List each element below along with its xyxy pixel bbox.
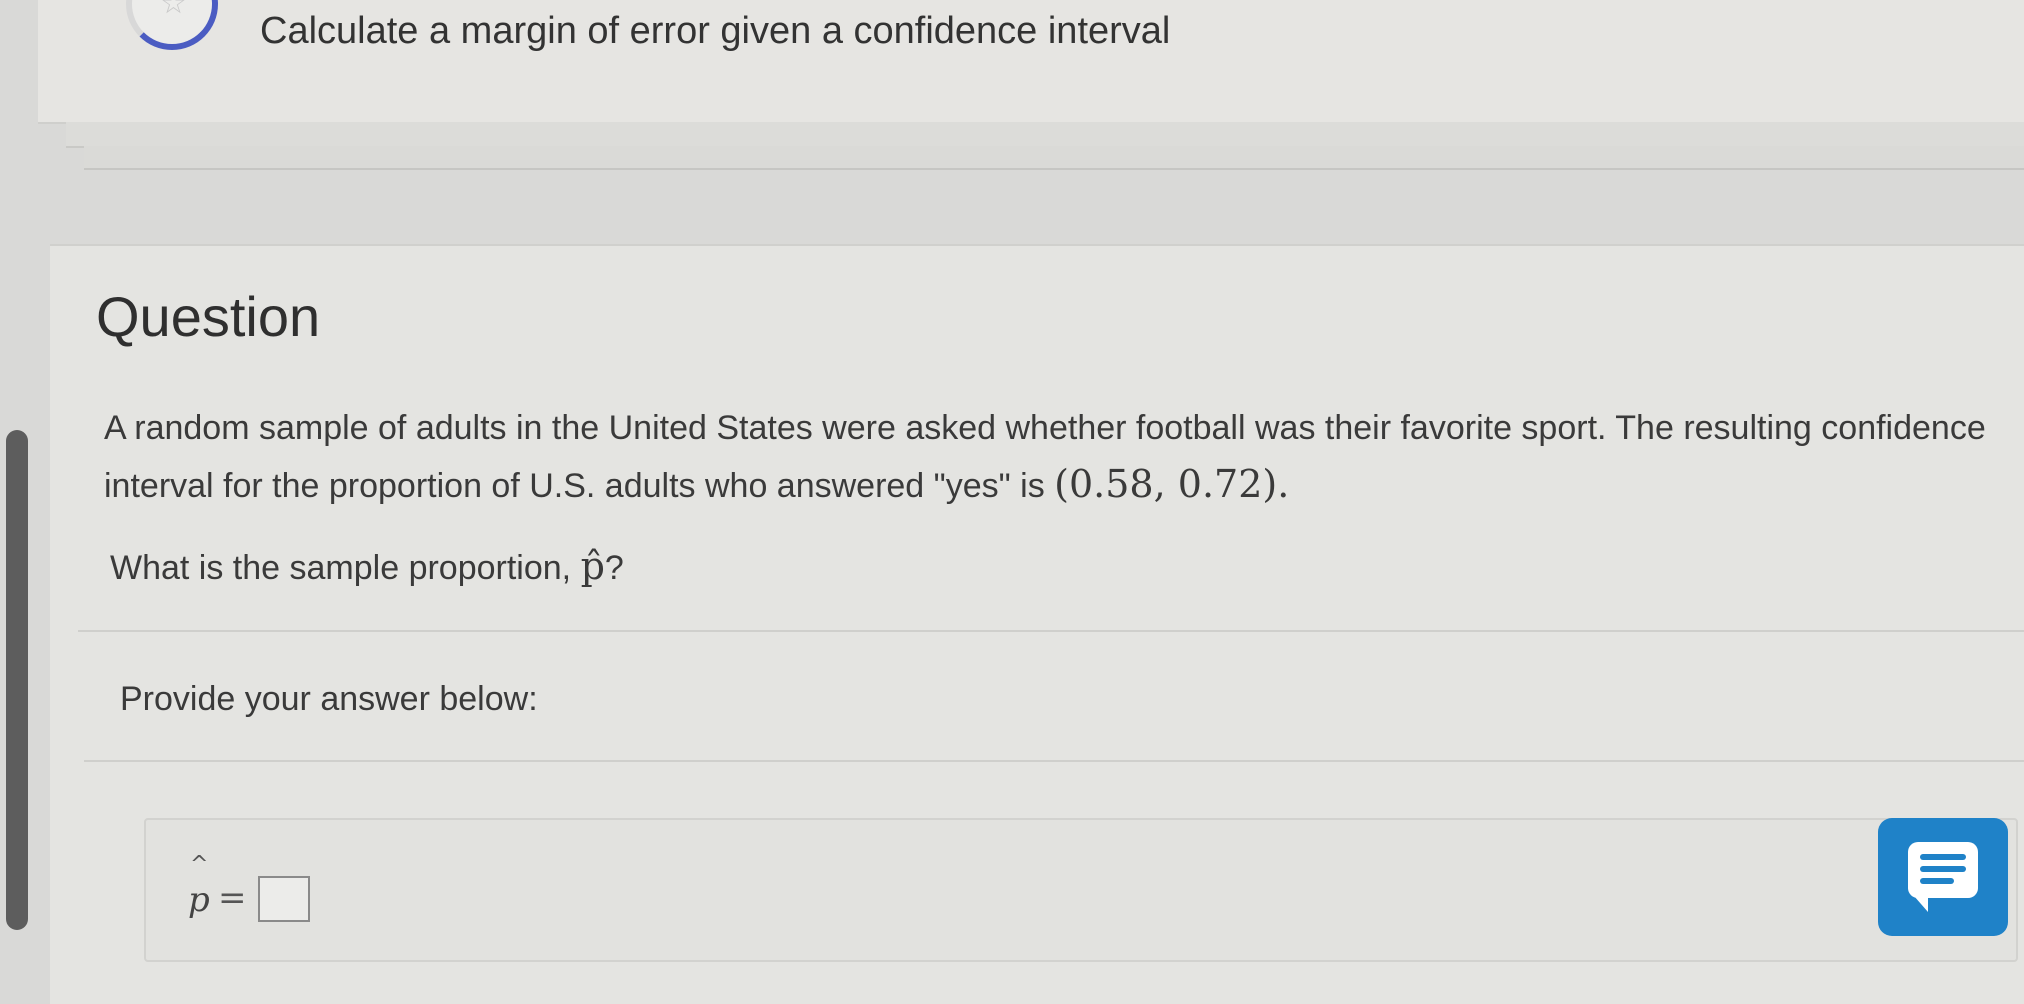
prompt-end: ? bbox=[604, 549, 624, 587]
question-prompt: What is the sample proportion, p̂? bbox=[110, 544, 624, 588]
lesson-title: Calculate a margin of error given a conf… bbox=[260, 10, 1171, 52]
p-hat-symbol: p̂ bbox=[580, 544, 605, 588]
answer-input[interactable] bbox=[258, 876, 310, 922]
answer-panel bbox=[144, 818, 2018, 962]
answer-label: Provide your answer below: bbox=[120, 680, 538, 718]
chat-button[interactable] bbox=[1878, 818, 2008, 936]
divider bbox=[78, 630, 2024, 632]
header-card: ☆ Calculate a margin of error given a co… bbox=[38, 0, 2024, 124]
question-text-part: A random sample of adults in the United … bbox=[104, 409, 1986, 505]
stacked-card-edge bbox=[66, 122, 2024, 148]
question-text: A random sample of adults in the United … bbox=[104, 400, 2004, 514]
question-text-end: . bbox=[1277, 462, 1290, 506]
left-scroll-edge bbox=[6, 430, 28, 930]
star-icon: ☆ bbox=[160, 0, 187, 21]
stacked-card-edge bbox=[84, 146, 2024, 170]
chat-message-icon bbox=[1908, 842, 1978, 912]
star-progress-icon: ☆ bbox=[126, 0, 218, 50]
chat-icon-line bbox=[1920, 866, 1966, 872]
divider bbox=[84, 760, 2024, 762]
chat-icon-line bbox=[1920, 878, 1954, 884]
prompt-text: What is the sample proportion, bbox=[110, 549, 581, 587]
chat-icon-line bbox=[1920, 854, 1966, 860]
confidence-interval: (0.58, 0.72) bbox=[1054, 462, 1278, 506]
question-heading: Question bbox=[96, 285, 321, 348]
hat-symbol: ^ bbox=[190, 852, 209, 877]
p-variable: p bbox=[188, 880, 210, 920]
equals-sign: = bbox=[218, 878, 247, 918]
